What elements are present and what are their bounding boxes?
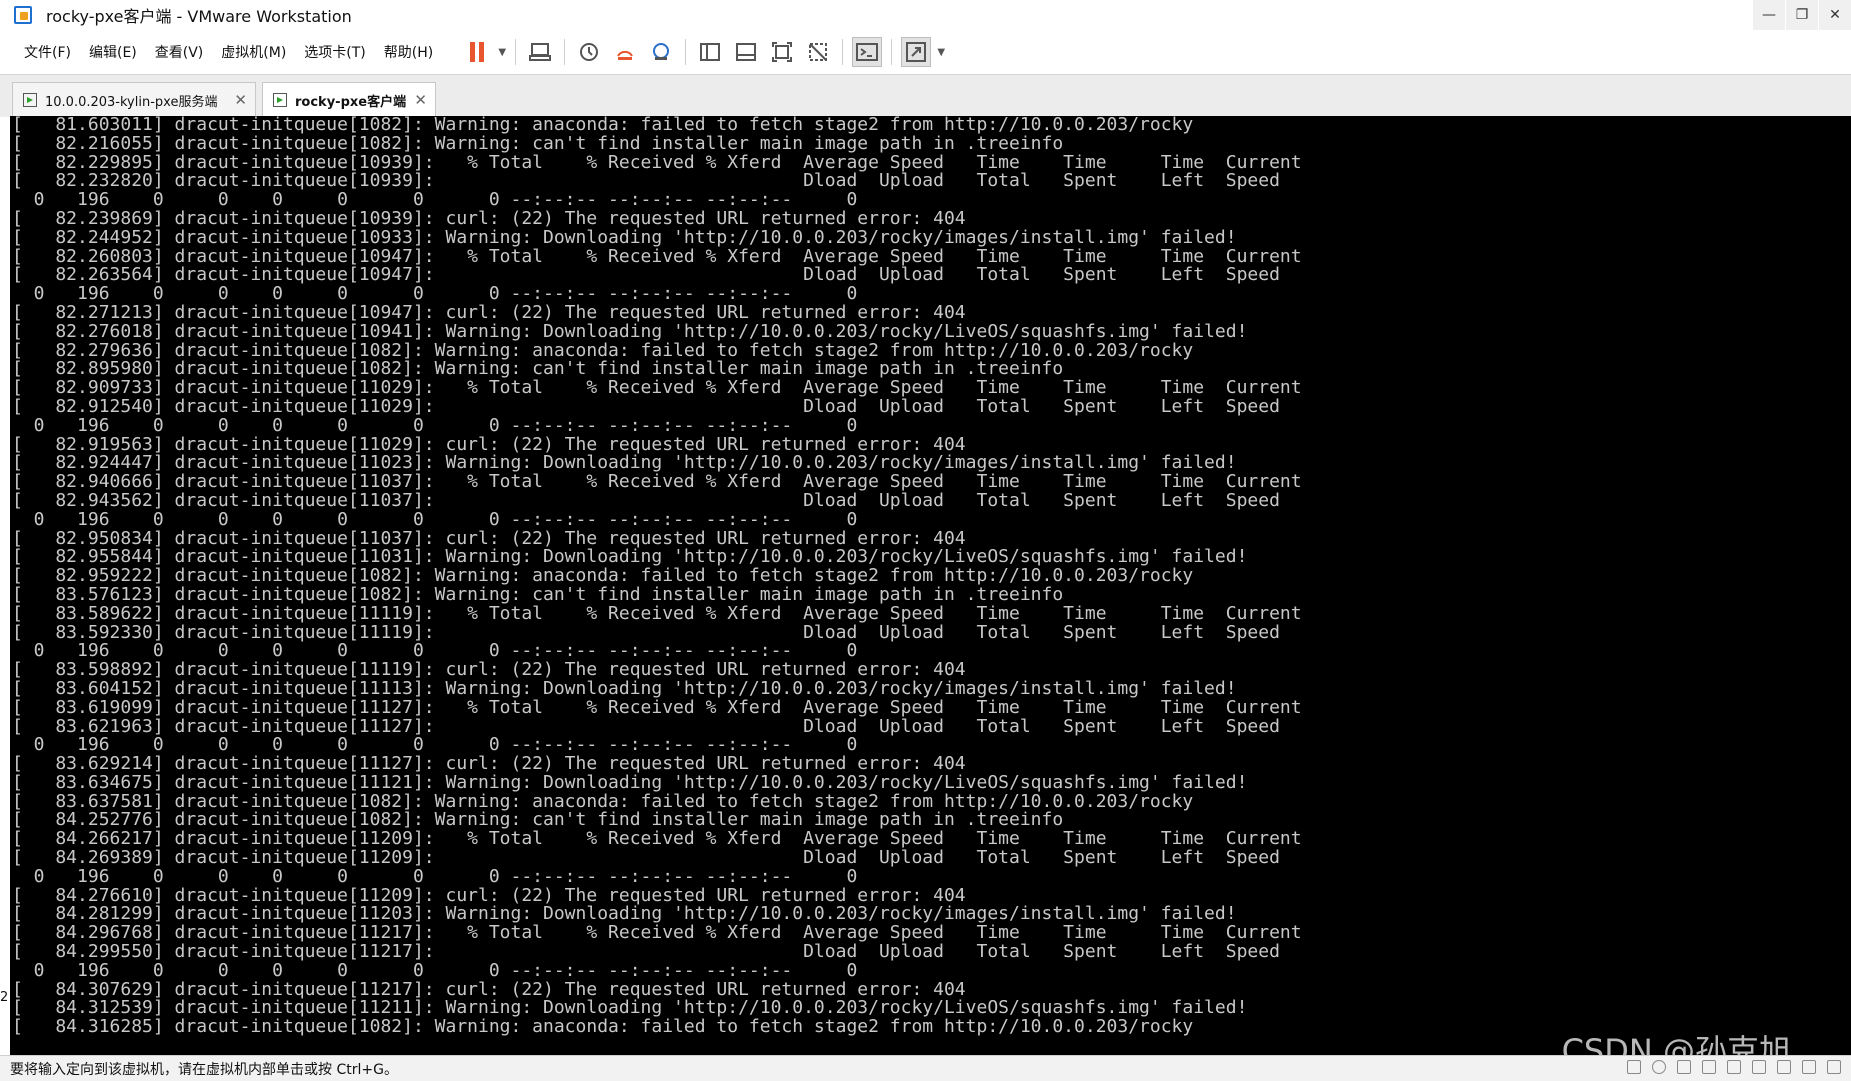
minimize-button[interactable]: — (1753, 0, 1785, 30)
console-line: [ 82.271213] dracut-initqueue[10947]: cu… (12, 301, 966, 323)
menu-bar: 文件(F) 编辑(E) 查看(V) 虚拟机(M) 选项卡(T) 帮助(H) ▼ (0, 30, 1851, 74)
usb-device-icon[interactable] (1727, 1060, 1741, 1074)
toolbar-divider (891, 39, 893, 65)
console-line: 0 196 0 0 0 0 0 0 --:--:-- --:--:-- --:-… (12, 508, 858, 530)
menu-view[interactable]: 查看(V) (155, 42, 204, 62)
library-view-icon[interactable] (695, 37, 725, 67)
cd-dvd-icon[interactable] (1652, 1060, 1666, 1074)
vm-console-screen[interactable]: [ 81.603011] dracut-initqueue[1082]: War… (10, 116, 1851, 1055)
console-line: [ 82.239869] dracut-initqueue[10939]: cu… (12, 207, 966, 229)
fullscreen-toggle-icon[interactable] (1827, 1060, 1841, 1074)
menu-help[interactable]: 帮助(H) (384, 42, 433, 62)
console-line: 0 196 0 0 0 0 0 0 --:--:-- --:--:-- --:-… (12, 865, 858, 887)
thumbnail-view-icon[interactable] (731, 37, 761, 67)
tab-bar: 10.0.0.203-kylin-pxe服务端 ✕ rocky-pxe客户端 ✕ (0, 74, 1851, 117)
pause-icon[interactable] (462, 37, 492, 67)
sound-card-icon[interactable] (1702, 1060, 1716, 1074)
send-ctrl-alt-del-icon[interactable] (525, 37, 555, 67)
tab-rocky-pxe-client[interactable]: rocky-pxe客户端 ✕ (262, 82, 436, 117)
console-line: [ 82.943562] dracut-initqueue[11037]: Dl… (12, 489, 1280, 511)
menu-vm[interactable]: 虚拟机(M) (221, 42, 286, 62)
console-line: 0 196 0 0 0 0 0 0 --:--:-- --:--:-- --:-… (12, 959, 858, 981)
menu-tabs[interactable]: 选项卡(T) (304, 42, 365, 62)
console-line: [ 82.276018] dracut-initqueue[10941]: Wa… (12, 320, 1248, 342)
toolbar-divider (842, 39, 844, 65)
status-bar: 要将输入定向到该虚拟机，请在虚拟机内部单击或按 Ctrl+G。 (0, 1055, 1851, 1081)
close-icon[interactable]: ✕ (234, 91, 247, 109)
menu-edit[interactable]: 编辑(E) (89, 42, 137, 62)
title-bar: rocky-pxe客户端 - VMware Workstation — ❐ ✕ (0, 0, 1851, 31)
close-button[interactable]: ✕ (1819, 0, 1851, 30)
window-controls: — ❐ ✕ (1752, 0, 1851, 30)
toolbar: ▼ ▼ (459, 37, 948, 67)
tab-label: 10.0.0.203-kylin-pxe服务端 (45, 94, 218, 110)
unity-icon[interactable] (803, 37, 833, 67)
tab-kylin-pxe-server[interactable]: 10.0.0.203-kylin-pxe服务端 ✕ (12, 82, 256, 117)
toolbar-divider (515, 39, 517, 65)
display-icon[interactable] (1777, 1060, 1791, 1074)
console-line: 0 196 0 0 0 0 0 0 --:--:-- --:--:-- --:-… (12, 414, 858, 436)
pause-dropdown-chevron-icon[interactable]: ▼ (495, 47, 509, 58)
hard-disk-icon[interactable] (1627, 1060, 1641, 1074)
edge-marker: 2 (0, 990, 9, 1005)
network-adapter-icon[interactable] (1677, 1060, 1691, 1074)
console-line: [ 82.912540] dracut-initqueue[11029]: Dl… (12, 395, 1280, 417)
close-icon[interactable]: ✕ (414, 91, 427, 109)
vm-running-icon (273, 93, 287, 107)
tab-label: rocky-pxe客户端 (295, 94, 407, 110)
stretch-dropdown-chevron-icon[interactable]: ▼ (934, 47, 948, 58)
console-line: [ 82.216055] dracut-initqueue[1082]: War… (12, 132, 1064, 154)
snapshot-manager-icon[interactable] (646, 37, 676, 67)
fullscreen-icon[interactable] (767, 37, 797, 67)
console-line: [ 82.244952] dracut-initqueue[10933]: Wa… (12, 226, 1237, 248)
console-view-icon[interactable] (852, 37, 883, 67)
vmware-app-icon[interactable] (14, 6, 32, 24)
revert-snapshot-icon[interactable] (610, 37, 640, 67)
console-line: [ 83.589622] dracut-initqueue[11119]: % … (12, 602, 1302, 624)
console-line: [ 83.604152] dracut-initqueue[11113]: Wa… (12, 677, 1237, 699)
stretch-view-icon[interactable] (901, 37, 932, 67)
restore-button[interactable]: ❐ (1786, 0, 1818, 30)
console-line: [ 83.576123] dracut-initqueue[1082]: War… (12, 583, 1064, 605)
vm-running-icon (23, 93, 37, 107)
console-line: [ 83.619099] dracut-initqueue[11127]: % … (12, 696, 1302, 718)
window-title: rocky-pxe客户端 - VMware Workstation (46, 7, 352, 26)
printer-icon[interactable] (1752, 1060, 1766, 1074)
menu-file[interactable]: 文件(F) (24, 42, 71, 62)
status-message: 要将输入定向到该虚拟机，请在虚拟机内部单击或按 Ctrl+G。 (10, 1061, 398, 1078)
snapshot-icon[interactable] (574, 37, 604, 67)
toolbar-divider (685, 39, 687, 65)
toolbar-divider (564, 39, 566, 65)
device-tray (1616, 1060, 1841, 1074)
message-log-icon[interactable] (1802, 1060, 1816, 1074)
console-line: [ 81.603011] dracut-initqueue[1082]: War… (12, 116, 1194, 135)
console-line: [ 83.634675] dracut-initqueue[11121]: Wa… (12, 771, 1248, 793)
